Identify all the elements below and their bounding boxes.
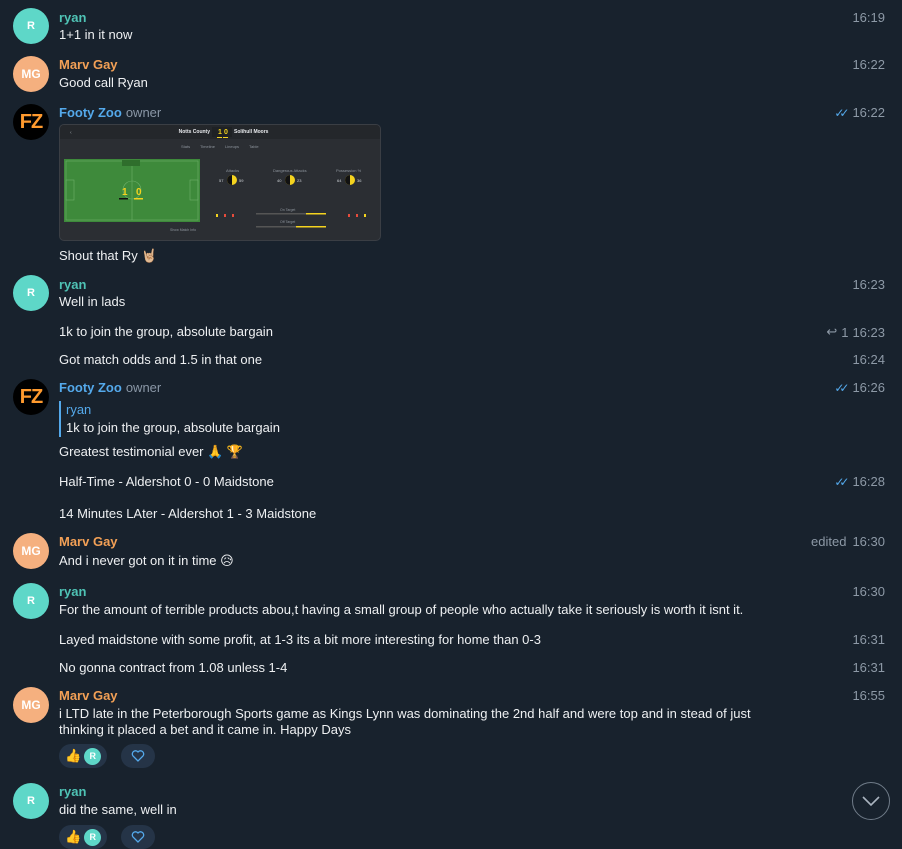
- sender-name[interactable]: ryan: [59, 784, 86, 799]
- add-reaction-button[interactable]: [121, 825, 155, 849]
- thumbs-up-icon: 👍: [65, 748, 82, 763]
- message-time: 16:24: [852, 352, 885, 367]
- away-score: 0: [224, 129, 228, 136]
- avatar[interactable]: R: [13, 583, 49, 619]
- away-team: Solihull Moors: [234, 129, 269, 135]
- message-text: Greatest testimonial ever 🙏 🏆: [59, 444, 244, 459]
- message-text: Layed maidstone with some profit, at 1-3…: [59, 632, 541, 647]
- avatar[interactable]: FZ: [13, 104, 49, 140]
- message-text-line: i LTD late in the Peterborough Sports ga…: [59, 706, 751, 721]
- svg-text:36: 36: [357, 178, 362, 183]
- sender-name[interactable]: ryan: [59, 10, 86, 25]
- edited-label: edited: [811, 534, 847, 549]
- message-time: 16:31: [852, 632, 885, 647]
- message-text: did the same, well in: [59, 802, 177, 817]
- sender-name[interactable]: Marv Gay: [59, 534, 118, 549]
- add-reaction-button[interactable]: [121, 744, 155, 768]
- message-text: Got match odds and 1.5 in that one: [59, 352, 263, 367]
- message-text: 14 Minutes LAter - Aldershot 1 - 3 Maids…: [59, 506, 317, 521]
- message-text: Good call Ryan: [59, 75, 148, 90]
- avatar[interactable]: MG: [13, 56, 49, 92]
- message-text: And i never got on it in time 😥: [59, 553, 234, 568]
- svg-text:1: 1: [122, 187, 128, 198]
- svg-text:On Target: On Target: [280, 208, 295, 212]
- svg-text:59: 59: [239, 178, 244, 183]
- message-time: ✓✓ 16:28: [834, 474, 885, 489]
- message-text-line: thinking it placed a bet and it came in.…: [59, 722, 351, 737]
- svg-text:Table: Table: [249, 144, 259, 149]
- message-text: Half-Time - Aldershot 0 - 0 Maidstone: [59, 474, 274, 489]
- reaction-chip[interactable]: 👍 R: [59, 825, 108, 849]
- message-time: 16:22: [852, 57, 885, 72]
- reply-count[interactable]: 1: [841, 325, 848, 340]
- message-time: ✓✓ 16:26: [834, 380, 885, 395]
- message-text: For the amount of terrible products abou…: [59, 602, 744, 617]
- sender-line: Footy Zoo owner: [59, 380, 161, 395]
- message-time: ✓✓ 16:22: [834, 105, 885, 120]
- svg-text:Show Match Info: Show Match Info: [170, 228, 196, 232]
- message-text: 1+1 in it now: [59, 27, 133, 42]
- svg-text:Lineups: Lineups: [225, 144, 239, 149]
- svg-text:Stats: Stats: [181, 144, 190, 149]
- message-time: 16:30: [852, 584, 885, 599]
- message-time: 16:55: [852, 688, 885, 703]
- svg-text:Off Target: Off Target: [280, 220, 295, 224]
- svg-text:Dangerous Attacks: Dangerous Attacks: [273, 168, 307, 173]
- chevron-down-icon: [862, 796, 880, 807]
- double-check-icon: ✓✓: [834, 474, 849, 489]
- message-text: Well in lads: [59, 294, 126, 309]
- message-caption: Shout that Ry 🤘🏼: [59, 248, 158, 263]
- double-check-icon: ✓✓: [834, 105, 849, 120]
- sender-name[interactable]: Footy Zoo: [59, 105, 122, 120]
- svg-text:0: 0: [136, 187, 142, 198]
- message-text: No gonna contract from 1.08 unless 1-4: [59, 660, 288, 675]
- reactor-avatar: R: [84, 828, 102, 846]
- avatar[interactable]: FZ: [13, 379, 49, 415]
- message-time: 16:23: [852, 277, 885, 292]
- double-check-icon: ✓✓: [834, 380, 849, 395]
- quote-author: ryan: [66, 402, 92, 417]
- avatar[interactable]: R: [13, 275, 49, 311]
- scroll-down-button[interactable]: [852, 782, 890, 820]
- avatar[interactable]: MG: [13, 687, 49, 723]
- avatar[interactable]: R: [13, 8, 49, 44]
- home-score: 1: [218, 129, 222, 136]
- svg-text:40: 40: [277, 178, 282, 183]
- reaction-chip[interactable]: 👍 R: [59, 744, 108, 768]
- sender-name[interactable]: Marv Gay: [59, 57, 118, 72]
- owner-badge: owner: [125, 380, 162, 395]
- message-text: 1k to join the group, absolute bargain: [59, 324, 273, 339]
- avatar[interactable]: MG: [13, 533, 49, 569]
- owner-badge: owner: [125, 105, 162, 120]
- sender-name[interactable]: ryan: [59, 584, 86, 599]
- svg-text:Timeline: Timeline: [200, 144, 216, 149]
- message-time: edited 16:30: [811, 534, 885, 549]
- sender-name[interactable]: ryan: [59, 277, 86, 292]
- sender-name[interactable]: Marv Gay: [59, 688, 118, 703]
- message-time: 16:19: [852, 10, 885, 25]
- svg-text:23: 23: [297, 178, 302, 183]
- sender-name[interactable]: Footy Zoo: [59, 380, 122, 395]
- reactor-avatar: R: [84, 747, 102, 765]
- svg-text:Possession %: Possession %: [336, 168, 362, 173]
- message-time: ↩ 1 16:23: [826, 324, 885, 340]
- reply-icon[interactable]: ↩: [826, 324, 837, 340]
- message-time: 16:31: [852, 660, 885, 675]
- thumbs-up-icon: 👍: [65, 829, 82, 844]
- sender-line: Footy Zoo owner: [59, 105, 161, 120]
- reply-quote[interactable]: ryan 1k to join the group, absolute barg…: [59, 401, 280, 437]
- avatar[interactable]: R: [13, 783, 49, 819]
- heart-add-icon: [131, 831, 145, 843]
- heart-add-icon: [131, 750, 145, 762]
- svg-text:Attacks: Attacks: [226, 168, 239, 173]
- match-screenshot[interactable]: ‹ Notts County 1 0 Solihull Moors Stats …: [59, 124, 381, 241]
- quote-text: 1k to join the group, absolute bargain: [66, 420, 280, 435]
- match-screenshot-graphic: ‹ Notts County 1 0 Solihull Moors Stats …: [60, 125, 380, 232]
- svg-text:57: 57: [219, 178, 224, 183]
- home-team: Notts County: [179, 129, 211, 135]
- svg-text:64: 64: [337, 178, 342, 183]
